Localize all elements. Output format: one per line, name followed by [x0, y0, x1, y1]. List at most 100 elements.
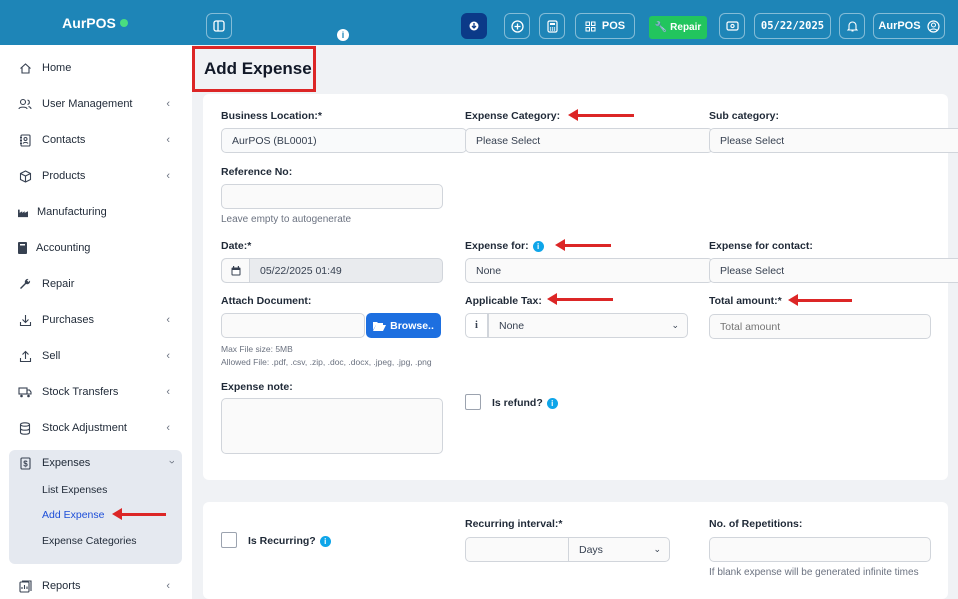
user-circle-icon — [926, 19, 940, 33]
calculator-button[interactable] — [539, 13, 565, 39]
bell-icon — [846, 21, 858, 32]
repetitions-label: No. of Repetitions: — [709, 518, 803, 530]
toggle-sidebar-button[interactable] — [206, 13, 232, 39]
brand-name: AurPOS — [62, 14, 116, 31]
recurring-interval-unit: Days — [579, 543, 603, 556]
date-value: 05/22/2025 01:49 — [260, 264, 342, 277]
annotation-arrow — [547, 293, 613, 305]
sidebar-item-repair[interactable]: Repair — [0, 266, 192, 302]
attach-document-input[interactable] — [221, 313, 365, 338]
notifications-button[interactable] — [839, 13, 865, 39]
sidebar-item-stock-transfers[interactable]: Stock Transfers ‹ — [0, 374, 192, 410]
business-location-select[interactable]: AurPOS (BL0001) — [221, 128, 467, 153]
sidebar-item-sell[interactable]: Sell ‹ — [0, 338, 192, 374]
info-icon[interactable]: i — [532, 240, 544, 252]
upload-icon — [18, 349, 32, 363]
sidebar-item-user-management[interactable]: User Management ‹ — [0, 86, 192, 122]
sidebar-item-label: Stock Transfers — [42, 386, 119, 398]
is-refund-label: Is refund? i — [492, 397, 558, 409]
reference-no-input[interactable] — [221, 184, 443, 209]
recurring-interval-unit-select[interactable]: Days ⌄ — [568, 537, 670, 562]
contacts-icon — [18, 133, 32, 147]
sidebar-item-label: Purchases — [42, 314, 94, 326]
date-input[interactable]: 05/22/2025 01:49 — [221, 258, 443, 283]
sidebar-item-manufacturing[interactable]: Manufacturing — [0, 194, 192, 230]
expense-for-label: Expense for: i — [465, 240, 544, 252]
page-title: Add Expense — [192, 46, 316, 92]
chevron-left-icon: ‹ — [166, 314, 170, 326]
browse-button[interactable]: Browse.. — [366, 313, 441, 338]
database-icon — [18, 421, 32, 435]
info-icon[interactable]: i — [319, 535, 331, 547]
pos-button[interactable]: POS — [575, 13, 635, 39]
expense-category-label: Expense Category: — [465, 110, 561, 122]
download-icon — [469, 21, 479, 31]
expense-for-select[interactable]: None — [465, 258, 713, 283]
total-amount-input[interactable] — [709, 314, 931, 339]
chevron-left-icon: ‹ — [166, 580, 170, 592]
attach-document-label: Attach Document: — [221, 295, 312, 307]
sidebar-item-label: User Management — [42, 98, 133, 110]
sidebar-item-label: Home — [42, 62, 72, 74]
info-icon[interactable]: i — [546, 397, 558, 409]
sidebar-item-purchases[interactable]: Purchases ‹ — [0, 302, 192, 338]
browse-label: Browse.. — [390, 319, 434, 332]
sidebar-subitem-list-expenses[interactable]: List Expenses — [42, 484, 107, 496]
repetitions-help: If blank expense will be generated infin… — [709, 567, 919, 578]
user-menu-button[interactable]: AurPOS — [873, 13, 945, 39]
is-recurring-label-text: Is Recurring? — [248, 535, 316, 547]
sidebar-subitem-expense-categories[interactable]: Expense Categories — [42, 535, 137, 547]
date-display[interactable]: 05/22/2025 — [754, 13, 831, 39]
info-icon[interactable]: i — [337, 29, 349, 41]
top-bar: AurPOS POS 🔧 Repair 05/22/2025 AurPOS — [0, 0, 958, 45]
sidebar-item-expenses[interactable]: $ Expenses ‹ — [0, 445, 192, 481]
sidebar-item-accounting[interactable]: Accounting — [0, 230, 192, 266]
is-recurring-label: Is Recurring? i — [248, 535, 331, 547]
sidebar-item-stock-adjustment[interactable]: Stock Adjustment ‹ — [0, 410, 192, 446]
plus-circle-icon — [510, 19, 524, 33]
svg-text:$: $ — [23, 459, 28, 468]
calculator-icon — [546, 19, 558, 33]
cash-button[interactable] — [719, 13, 745, 39]
applicable-tax-select[interactable]: None ⌄ — [488, 313, 688, 338]
brand[interactable]: AurPOS — [0, 0, 190, 45]
annotation-arrow — [555, 239, 611, 251]
sub-category-select[interactable]: Please Select — [709, 128, 958, 153]
users-icon — [18, 97, 32, 111]
repair-button[interactable]: 🔧 Repair — [649, 16, 707, 39]
download-button[interactable] — [461, 13, 487, 39]
expense-for-contact-select[interactable]: Please Select — [709, 258, 958, 283]
chevron-down-icon: ⌄ — [671, 320, 679, 330]
expense-category-select[interactable]: Please Select — [465, 128, 713, 153]
is-refund-checkbox[interactable] — [465, 394, 481, 410]
box-icon — [18, 169, 32, 183]
sidebar-item-label: Stock Adjustment — [42, 422, 127, 434]
money-icon — [725, 21, 739, 31]
chevron-left-icon: ‹ — [166, 134, 170, 146]
repetitions-input[interactable] — [709, 537, 931, 562]
is-refund-label-text: Is refund? — [492, 397, 543, 409]
grid-icon — [585, 21, 596, 31]
expense-for-label-text: Expense for: — [465, 240, 529, 252]
is-recurring-checkbox[interactable] — [221, 532, 237, 548]
sidebar-item-contacts[interactable]: Contacts ‹ — [0, 122, 192, 158]
total-amount-label: Total amount:* — [709, 295, 782, 307]
expense-note-textarea[interactable] — [221, 398, 443, 454]
page-title-text: Add Expense — [204, 59, 312, 78]
chevron-left-icon: ‹ — [166, 170, 170, 182]
max-file-size-text: Max File size: 5MB — [221, 344, 293, 354]
sidebar-subitem-add-expense[interactable]: Add Expense — [42, 509, 104, 521]
factory-icon — [18, 205, 28, 219]
reference-no-help: Leave empty to autogenerate — [221, 214, 352, 225]
sidebar-item-label: Reports — [42, 580, 81, 592]
recurring-interval-input[interactable] — [465, 537, 569, 562]
folder-open-icon — [373, 321, 387, 331]
sidebar-item-home[interactable]: Home — [0, 50, 192, 86]
sidebar-item-products[interactable]: Products ‹ — [0, 158, 192, 194]
tax-info-icon: i — [465, 313, 488, 338]
add-button[interactable] — [504, 13, 530, 39]
business-location-label: Business Location:* — [221, 110, 322, 122]
download-icon — [18, 313, 32, 327]
sidebar-item-reports[interactable]: Reports ‹ — [0, 568, 192, 599]
allowed-files-text: Allowed File: .pdf, .csv, .zip, .doc, .d… — [221, 357, 432, 367]
